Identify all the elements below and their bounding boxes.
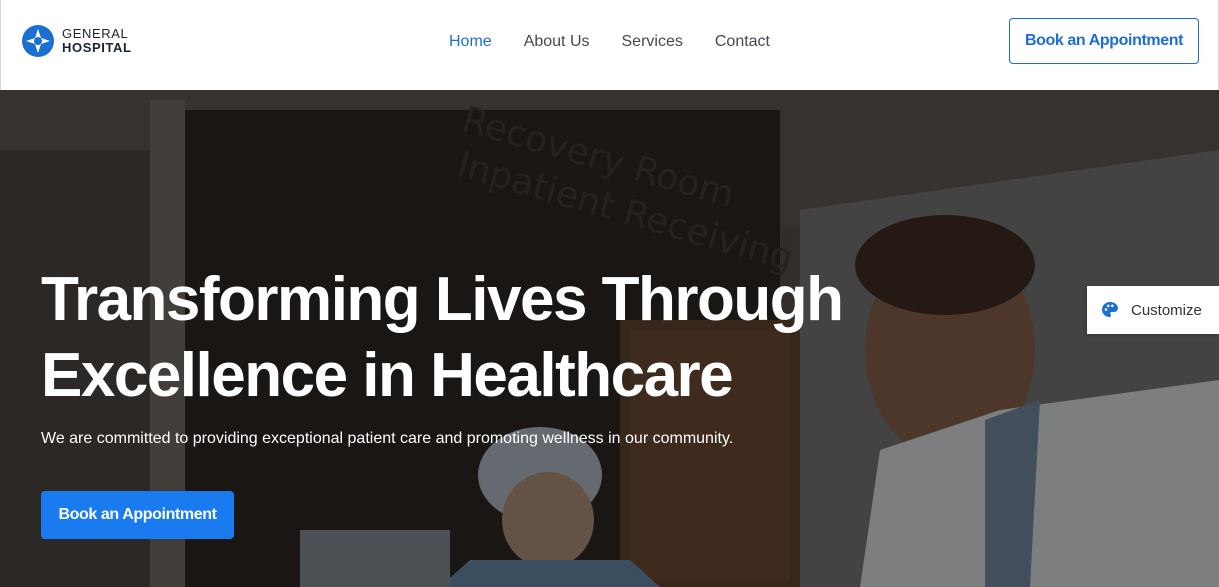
hospital-star-logo-icon [22,25,54,57]
hero-title-line2: Excellence in Healthcare [41,341,734,410]
header-book-appointment-button[interactable]: Book an Appointment [1009,18,1199,64]
brand-logo[interactable]: GENERAL HOSPITAL [21,24,132,58]
nav-item-contact[interactable]: Contact [715,32,770,52]
nav-item-home[interactable]: Home [449,32,492,52]
brand-name: GENERAL HOSPITAL [62,27,132,55]
customize-label: Customize [1131,301,1202,319]
palette-icon [1102,302,1118,317]
main-nav: Home About Us Services Contact [449,32,802,52]
site-header: GENERAL HOSPITAL Home About Us Services … [0,0,1219,90]
hero-title-line1: Transforming Lives Through [41,265,844,334]
brand-name-line1: GENERAL [62,26,129,41]
customize-button[interactable]: Customize [1087,286,1219,334]
hero-title: Transforming Lives Through Excellence in… [41,262,901,414]
hero-book-appointment-button[interactable]: Book an Appointment [41,491,234,539]
hero-subtitle: We are committed to providing exceptiona… [41,430,734,447]
nav-item-services[interactable]: Services [622,32,683,52]
hero-section: Recovery Room Inpatient Receiving Transf… [0,90,1219,587]
nav-item-about-us[interactable]: About Us [524,32,590,52]
brand-name-line2: HOSPITAL [62,40,132,55]
